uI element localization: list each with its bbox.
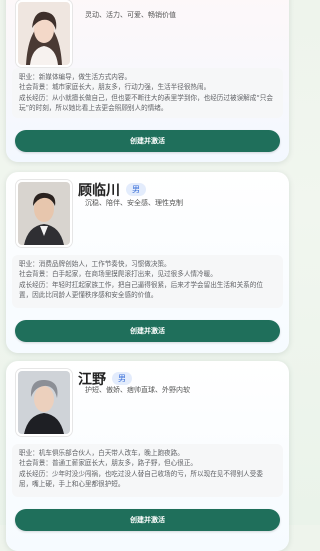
create-activate-button[interactable]: 创建并激活 (15, 320, 280, 342)
background-text: 社会背景：普通工薪家庭长大，朋友多，路子野，但心很正。 (19, 459, 198, 468)
profession-text: 职业：新媒体编导，做生活方式内容。 (19, 73, 132, 81)
profile-info: 职业：新媒体编导，做生活方式内容。 社会背景：城市家庭长大，朋友多，行动力强，生… (12, 68, 283, 118)
profile-info: 职业：消费品牌创始人，工作节奏快，习惯做决策。 社会背景：白手起家，在商场里摸爬… (12, 255, 283, 308)
character-card-2: 顾临川男 沉稳、陪伴、安全感、理性克制 职业：消费品牌创始人，工作节奏快，习惯做… (6, 172, 289, 353)
avatar (16, 180, 72, 247)
personality-tags: 灵动、活力、可爱、畅销价值 (85, 11, 176, 19)
background-text: 社会背景：白手起家，在商场里摸爬滚打出来，见过很多人情冷暖。 (19, 270, 217, 279)
create-activate-button[interactable]: 创建并激活 (15, 509, 280, 531)
portrait-image (18, 182, 70, 245)
avatar (16, 0, 72, 67)
character-card-3: 江野男 护短、傲娇、痞帅直球、外野内软 职业：机车俱乐部合伙人，白天带人改车，晚… (6, 361, 289, 551)
gender-badge: 男 (126, 183, 146, 196)
portrait-image (18, 371, 70, 434)
personality-tags: 护短、傲娇、痞帅直球、外野内软 (85, 386, 190, 394)
create-activate-button[interactable]: 创建并激活 (15, 130, 280, 152)
background-text: 社会背景：城市家庭长大，朋友多，行动力强，生活半径很热闹。 (19, 83, 211, 92)
character-name: 顾临川 (78, 182, 120, 199)
portrait-image (18, 2, 70, 65)
growth-text: 成长经历：从小就擅长做自己，但也要不断往大的表里学到你，也经历过被误解成“只会玩… (19, 93, 273, 113)
gender-badge: 男 (112, 372, 132, 385)
profession-text: 职业：机车俱乐部合伙人，白天带人改车，晚上跑夜路。 (19, 449, 184, 457)
growth-text: 成长经历：少年时没少闯祸，也吃过没人替自己收场的亏，所以现在见不得别人受委屈，嘴… (19, 469, 263, 489)
card-header: 顾临川男 (78, 179, 146, 200)
profession-text: 职业：消费品牌创始人，工作节奏快，习惯做决策。 (19, 260, 171, 268)
avatar (16, 369, 72, 436)
character-card-1: 灵动、活力、可爱、畅销价值 职业：新媒体编导，做生活方式内容。 社会背景：城市家… (6, 0, 289, 162)
profile-info: 职业：机车俱乐部合伙人，白天带人改车，晚上跑夜路。 社会背景：普通工薪家庭长大，… (12, 444, 283, 497)
personality-tags: 沉稳、陪伴、安全感、理性克制 (85, 199, 183, 207)
growth-text: 成长经历：年轻时扛起家族工作，把自己逼得很紧，后来才学会留出生活和关系的位置，因… (19, 280, 263, 300)
